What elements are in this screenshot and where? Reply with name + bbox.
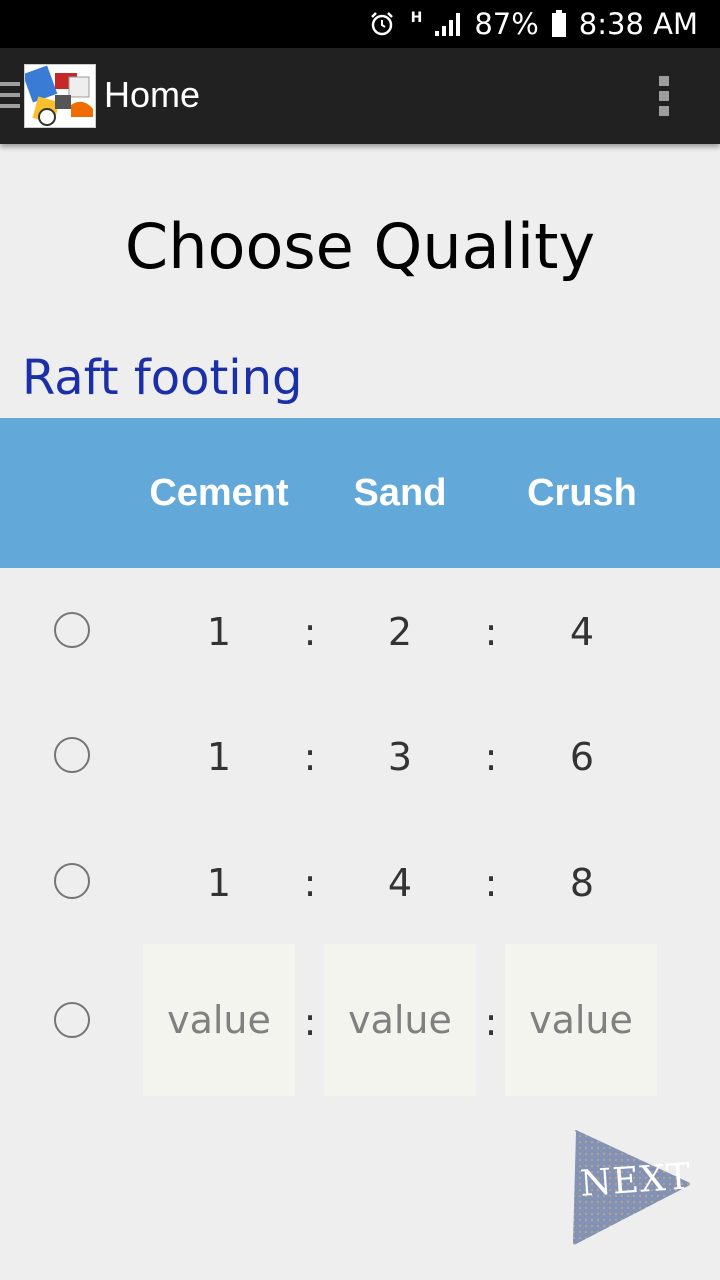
cement-value: 1	[206, 610, 232, 654]
ratio-row-1[interactable]: 1 : 2 : 4	[0, 586, 720, 676]
radio-button[interactable]	[54, 1002, 90, 1038]
separator: :	[484, 735, 498, 779]
custom-ratio-row[interactable]: : :	[0, 944, 720, 1096]
header-crush: Crush	[527, 472, 637, 514]
app-logo[interactable]	[24, 64, 96, 128]
sand-input[interactable]	[324, 944, 476, 1096]
header-cement: Cement	[149, 472, 289, 514]
crush-input[interactable]	[505, 944, 657, 1096]
status-bar: H 87% 8:38 AM	[0, 0, 720, 48]
signal-icon	[434, 11, 462, 37]
battery-icon	[551, 10, 567, 38]
separator: :	[484, 610, 498, 654]
app-title: Home	[104, 74, 201, 115]
sand-value: 2	[387, 610, 413, 654]
sand-value: 3	[387, 735, 413, 779]
next-button[interactable]: NEXT	[566, 1128, 694, 1248]
clock: 8:38 AM	[578, 7, 698, 41]
crush-value: 4	[569, 610, 595, 654]
separator: :	[303, 735, 317, 779]
separator: :	[303, 610, 317, 654]
separator: :	[484, 1000, 498, 1044]
table-header: Cement Sand Crush	[0, 418, 720, 568]
sand-value: 4	[387, 861, 413, 905]
next-label: NEXT	[578, 1156, 693, 1205]
cement-input[interactable]	[143, 944, 295, 1096]
alarm-icon	[369, 11, 395, 37]
header-sand: Sand	[353, 472, 447, 514]
cement-value: 1	[206, 735, 232, 779]
cement-value: 1	[206, 861, 232, 905]
section-title: Raft footing	[22, 350, 303, 406]
ratio-row-3[interactable]: 1 : 4 : 8	[0, 837, 720, 927]
app-bar: Home	[0, 48, 720, 144]
separator: :	[484, 861, 498, 905]
separator: :	[303, 861, 317, 905]
network-type: H	[410, 10, 423, 26]
crush-value: 6	[569, 735, 595, 779]
crush-value: 8	[569, 861, 595, 905]
radio-button[interactable]	[54, 737, 90, 773]
separator: :	[303, 1000, 317, 1044]
overflow-menu-icon[interactable]	[652, 72, 676, 120]
radio-button[interactable]	[54, 612, 90, 648]
battery-percent: 87%	[474, 7, 539, 41]
ratio-row-2[interactable]: 1 : 3 : 6	[0, 711, 720, 801]
radio-button[interactable]	[54, 863, 90, 899]
hamburger-menu-icon[interactable]	[0, 82, 20, 112]
page-title: Choose Quality	[124, 210, 596, 283]
